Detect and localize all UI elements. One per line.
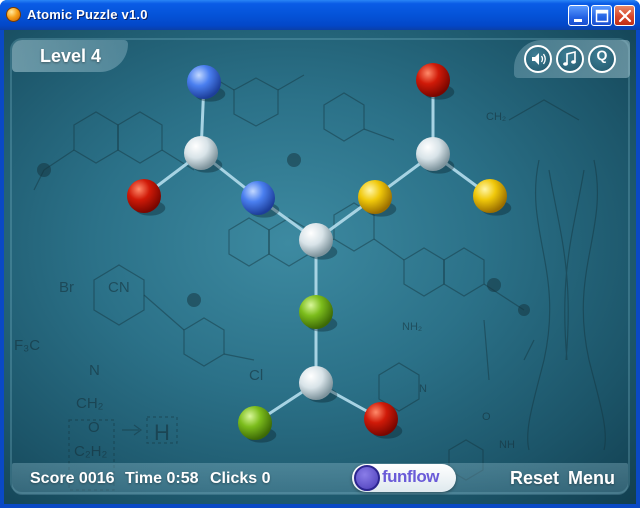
close-icon (618, 9, 632, 23)
blue-atom[interactable] (241, 181, 275, 215)
logo-text: funflow (382, 467, 439, 486)
red-atom[interactable] (416, 63, 450, 97)
app-window: Atomic Puzzle v1.0 Br CN F₃C N Cl CH₂ O … (0, 0, 640, 508)
white-atom[interactable] (299, 223, 333, 257)
time-display: Time 0:58 (125, 470, 199, 487)
molecule (127, 63, 512, 443)
maximize-button[interactable] (591, 5, 612, 26)
window-title: Atomic Puzzle v1.0 (27, 7, 148, 22)
close-button[interactable] (614, 5, 635, 26)
menu-button[interactable]: Menu (568, 468, 615, 489)
red-atom[interactable] (127, 179, 161, 213)
white-atom[interactable] (416, 137, 450, 171)
red-atom[interactable] (364, 402, 398, 436)
yellow-atom[interactable] (358, 180, 392, 214)
minimize-button[interactable] (568, 5, 589, 26)
score-display: Score 0016 (30, 470, 115, 487)
green-atom[interactable] (299, 295, 333, 329)
game-stage: Br CN F₃C N Cl CH₂ O C₂H₂ H NH₂ N NH O C… (4, 30, 636, 504)
white-atom[interactable] (299, 366, 333, 400)
maximize-icon (595, 9, 609, 23)
funflow-mascot-icon (354, 465, 380, 491)
blue-atom[interactable] (187, 65, 221, 99)
funflow-logo[interactable]: funflow (352, 464, 456, 492)
clicks-display: Clicks 0 (210, 470, 271, 487)
app-icon (6, 7, 21, 22)
reset-button[interactable]: Reset (510, 468, 559, 489)
yellow-atom[interactable] (473, 179, 507, 213)
game-area: Br CN F₃C N Cl CH₂ O C₂H₂ H NH₂ N NH O C… (4, 30, 636, 504)
green-atom[interactable] (238, 406, 272, 440)
minimize-icon (574, 19, 582, 22)
white-atom[interactable] (184, 136, 218, 170)
title-bar[interactable]: Atomic Puzzle v1.0 (0, 0, 640, 30)
